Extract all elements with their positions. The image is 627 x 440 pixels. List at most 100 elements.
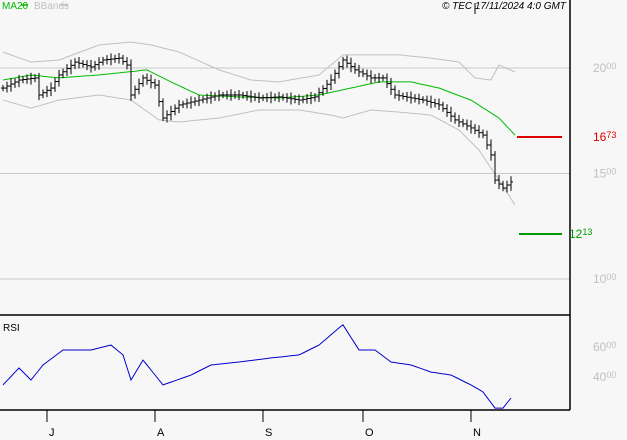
price-bar — [109, 53, 113, 66]
price-bar — [485, 130, 489, 150]
price-bar — [13, 78, 17, 88]
price-bar — [385, 73, 389, 89]
price-bar — [249, 90, 253, 103]
price-bar — [281, 93, 285, 101]
price-tick-label: 1500 — [593, 167, 616, 181]
price-bar — [289, 92, 293, 105]
price-tick-label: 2000 — [593, 61, 616, 75]
price-bar — [69, 59, 73, 75]
price-bar — [457, 114, 461, 127]
price-bar — [21, 76, 25, 84]
resistance-label: 1673 — [593, 130, 616, 144]
date-tick-label: O — [365, 427, 374, 439]
price-bar — [9, 78, 13, 92]
price-bar — [77, 57, 81, 69]
chart-canvas: 2000 1500 1000 6000 4000 J A S O N 1673 1213 MA20 B… — [0, 0, 616, 439]
bb-lower-line — [2, 94, 516, 206]
price-bar — [285, 93, 289, 103]
price-bar — [325, 79, 329, 93]
price-bar — [357, 64, 361, 77]
price-bar — [449, 106, 453, 122]
price-bar — [61, 68, 65, 79]
stock-chart: 2000 1500 1000 6000 4000 J A S O N 1673 1213 MA20 B… — [0, 0, 627, 440]
price-bar — [469, 120, 473, 134]
price-bar — [89, 60, 93, 73]
price-bar — [101, 56, 105, 66]
price-bar — [29, 72, 33, 85]
copyright: © TEC 17/11/2024 4:0 GMT — [442, 1, 567, 12]
price-bar — [333, 69, 337, 84]
price-bar — [501, 180, 505, 192]
rsi-label: RSI — [3, 323, 20, 334]
price-bar — [141, 74, 145, 87]
price-bar — [213, 92, 217, 101]
date-tick-label: N — [473, 427, 481, 439]
rsi-line — [2, 324, 512, 409]
support-label: 1213 — [569, 227, 592, 241]
price-bar — [489, 139, 493, 161]
price-bar — [137, 78, 141, 95]
price-bar — [337, 61, 341, 79]
price-bar — [445, 104, 449, 117]
legend-bbands: BBands — [34, 1, 69, 12]
price-bar — [245, 91, 249, 101]
price-bar — [209, 91, 213, 104]
rsi-tick-label: 6000 — [593, 340, 616, 354]
price-bar — [265, 93, 269, 103]
price-bar — [201, 95, 205, 104]
date-tick-label: S — [265, 427, 272, 439]
price-bar — [405, 92, 409, 102]
price-bar — [117, 53, 121, 64]
price-bar — [105, 55, 109, 65]
price-bar — [493, 151, 497, 184]
date-tick-label: A — [157, 427, 165, 439]
price-bar — [237, 89, 241, 101]
rsi-tick-label: 4000 — [593, 370, 616, 384]
price-bar — [365, 69, 369, 81]
price-bar — [269, 91, 273, 104]
price-bar — [261, 94, 265, 102]
price-bar — [45, 85, 49, 98]
price-bar — [381, 74, 385, 82]
price-bar — [169, 105, 173, 121]
price-bar — [429, 95, 433, 109]
legend-ma20: MA20 — [2, 1, 29, 12]
price-bar — [53, 77, 57, 92]
price-bar — [185, 98, 189, 109]
price-bar — [401, 92, 405, 100]
price-bar — [277, 91, 281, 103]
price-tick-label: 1000 — [593, 272, 616, 286]
price-bar — [413, 94, 417, 103]
price-bar — [225, 90, 229, 100]
price-bar — [409, 91, 413, 104]
price-bar — [81, 60, 85, 68]
price-bar — [389, 77, 393, 96]
price-bar — [49, 82, 53, 97]
price-bar — [161, 98, 165, 122]
price-bar — [157, 80, 161, 107]
price-bar — [313, 93, 317, 102]
price-bar — [145, 73, 149, 85]
price-bar — [177, 99, 181, 114]
price-bar — [41, 89, 45, 99]
price-bar — [173, 104, 177, 116]
price-bar — [477, 125, 481, 138]
price-bar — [233, 91, 237, 99]
price-bar — [133, 85, 137, 99]
price-bar — [5, 81, 9, 93]
price-bar — [149, 74, 153, 89]
price-bar — [373, 74, 377, 82]
price-bar — [349, 57, 353, 73]
price-bar — [393, 85, 397, 99]
price-bar — [309, 92, 313, 105]
price-bar — [361, 68, 365, 78]
price-bar — [241, 91, 245, 99]
price-bar — [441, 101, 445, 112]
price-bar — [93, 60, 97, 71]
price-bar — [421, 96, 425, 104]
price-bar — [229, 89, 233, 101]
price-bar — [433, 98, 437, 108]
price-bar — [37, 72, 41, 101]
price-bar — [189, 96, 193, 109]
price-bar — [153, 78, 157, 89]
